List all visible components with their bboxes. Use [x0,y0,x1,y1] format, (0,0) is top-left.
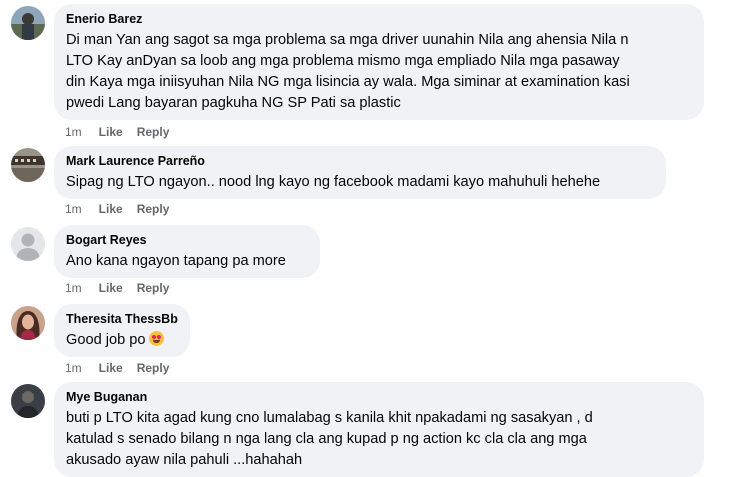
comment-line: katulad s senado bilang n nga lang cla a… [66,431,587,447]
like-button[interactable]: Like [99,201,123,217]
reply-button[interactable]: Reply [137,280,170,296]
profile-photo-woman-icon [11,306,45,340]
comment-line: Good job po [66,332,146,348]
avatar[interactable] [11,384,45,418]
comment-text: buti p LTO kita agad kung cno lumalabag … [66,408,692,471]
comment-line: pwedi Lang bayaran pagkuha NG SP Pati sa… [66,95,401,111]
like-button[interactable]: Like [99,360,123,376]
comment-line: LTO Kay anDyan sa loob ang mga problema … [66,53,620,69]
comment-text: Di man Yan ang sagot sa mga problema sa … [66,30,692,114]
comment-timestamp[interactable]: 1m [65,280,82,296]
commenter-name[interactable]: Theresita ThessBb [66,311,178,328]
comment-actions: 1m Like Reply [65,360,183,376]
profile-photo-sign-icon [11,148,45,182]
comment-bubble: Theresita ThessBb Good job po [54,304,190,357]
comment-text: Ano kana ngayon tapang pa more [66,253,286,269]
avatar[interactable] [11,227,45,261]
reply-button[interactable]: Reply [137,201,170,217]
comment-text: Sipag ng LTO ngayon.. nood lng kayo ng f… [66,174,601,190]
comment-timestamp[interactable]: 1m [65,360,82,376]
comment-actions: 1m Like Reply [65,280,183,296]
profile-photo-landscape-icon [11,6,45,40]
commenter-name[interactable]: Enerio Barez [66,11,692,28]
avatar[interactable] [11,148,45,182]
comment-line: akusado ayaw nila pahuli ...hahahah [66,452,303,468]
comment-bubble: Mye Buganan buti p LTO kita agad kung cn… [54,382,704,477]
comment-line: buti p LTO kita agad kung cno lumalabag … [66,410,593,426]
reply-button[interactable]: Reply [137,124,170,140]
avatar[interactable] [11,306,45,340]
comment-bubble: Mark Laurence Parreño Sipag ng LTO ngayo… [54,146,666,199]
like-button[interactable]: Like [99,124,123,140]
comment-timestamp[interactable]: 1m [65,201,82,217]
comment-text: Good job po [66,330,178,351]
commenter-name[interactable]: Mark Laurence Parreño [66,153,654,170]
comment-bubble: Enerio Barez Di man Yan ang sagot sa mga… [54,4,704,120]
comment-bubble: Bogart Reyes Ano kana ngayon tapang pa m… [54,225,320,278]
default-user-silhouette-icon [11,227,45,261]
commenter-name[interactable]: Bogart Reyes [66,232,308,249]
heart-eyes-emoji-icon [148,331,164,346]
comment-line: Di man Yan ang sagot sa mga problema sa … [66,32,629,48]
avatar[interactable] [11,6,45,40]
comment-line: din Kaya mga iniisyuhan Nila NG mga lisi… [66,74,630,90]
like-button[interactable]: Like [99,280,123,296]
profile-photo-dark-icon [11,384,45,418]
comment-actions: 1m Like Reply [65,201,183,217]
commenter-name[interactable]: Mye Buganan [66,389,692,406]
reply-button[interactable]: Reply [137,360,170,376]
comment-actions: 1m Like Reply [65,124,183,140]
comment-timestamp[interactable]: 1m [65,124,82,140]
